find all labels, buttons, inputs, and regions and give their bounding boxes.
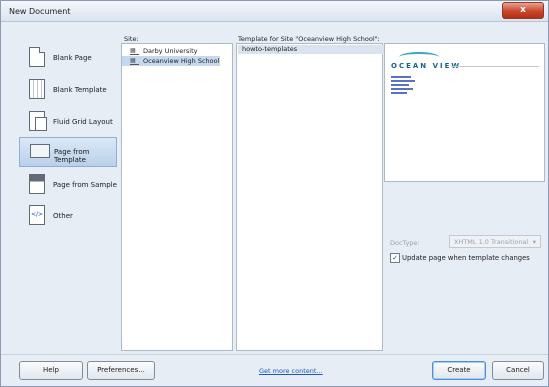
page-from-sample-icon	[29, 174, 45, 194]
get-more-content-link[interactable]: Get more content...	[259, 367, 323, 375]
preview-nav-link	[391, 76, 411, 78]
doctype-value: XHTML 1.0 Transitional	[454, 238, 529, 246]
category-fluid-grid-layout[interactable]: Fluid Grid Layout	[19, 108, 117, 136]
other-icon: </>	[29, 205, 45, 225]
preview-nav-link	[391, 84, 409, 86]
category-label: Page from Template	[54, 148, 90, 164]
fluid-grid-icon	[29, 111, 47, 131]
help-button[interactable]: Help	[19, 361, 83, 380]
category-list: Blank Page Blank Template Fluid Grid Lay…	[19, 42, 119, 262]
site-item-darby-university[interactable]: ▦ Darby University	[122, 46, 220, 56]
footer-divider	[1, 354, 548, 355]
site-label: Darby University	[143, 47, 198, 55]
preview-nav-link	[391, 80, 415, 82]
new-document-dialog: New Document x Blank Page Blank Template…	[0, 0, 549, 387]
category-page-from-sample[interactable]: Page from Sample	[19, 171, 117, 199]
site-item-oceanview-high-school[interactable]: ▦ Oceanview High School	[122, 56, 220, 66]
category-other[interactable]: </> Other	[19, 202, 117, 230]
site-header: Site:	[124, 35, 139, 43]
template-item-howto-templates[interactable]: howto-templates	[238, 45, 384, 54]
blank-page-icon	[29, 47, 45, 67]
template-list[interactable]: howto-templates	[236, 43, 384, 351]
update-page-label: Update page when template changes	[402, 254, 530, 262]
preview-divider	[451, 66, 539, 67]
cancel-button[interactable]: Cancel	[492, 361, 544, 380]
page-from-template-icon	[30, 144, 50, 158]
category-label: Other	[53, 212, 73, 220]
dialog-title: New Document	[9, 7, 71, 16]
close-button[interactable]: x	[502, 2, 544, 19]
chevron-down-icon: ▾	[532, 238, 536, 246]
category-page-from-template[interactable]: Page from Template	[19, 137, 117, 167]
category-label: Fluid Grid Layout	[53, 118, 113, 126]
category-blank-page[interactable]: Blank Page	[19, 44, 117, 72]
site-icon: ▦	[130, 47, 139, 55]
category-label: Page from Sample	[53, 181, 117, 189]
preview-nav-link	[391, 92, 407, 94]
doctype-select[interactable]: XHTML 1.0 Transitional ▾	[449, 235, 541, 248]
doctype-label: DocType:	[390, 239, 420, 247]
update-page-checkbox[interactable]: ✓	[390, 253, 400, 263]
category-label: Blank Page	[53, 54, 92, 62]
category-label: Blank Template	[53, 86, 107, 94]
title-bar: New Document x	[1, 1, 548, 22]
site-icon: ▦	[130, 57, 139, 65]
create-button[interactable]: Create	[432, 361, 486, 380]
template-header: Template for Site "Oceanview High School…	[238, 35, 380, 43]
preferences-button[interactable]: Preferences...	[87, 361, 155, 380]
preview-nav-link	[391, 88, 413, 90]
template-preview: OCEAN VIEW	[384, 43, 545, 182]
site-list[interactable]: ▦ Darby University ▦ Oceanview High Scho…	[121, 43, 233, 351]
logo-swoosh-icon	[399, 52, 439, 62]
blank-template-icon	[29, 79, 45, 99]
site-label: Oceanview High School	[143, 57, 220, 65]
category-blank-template[interactable]: Blank Template	[19, 76, 117, 104]
